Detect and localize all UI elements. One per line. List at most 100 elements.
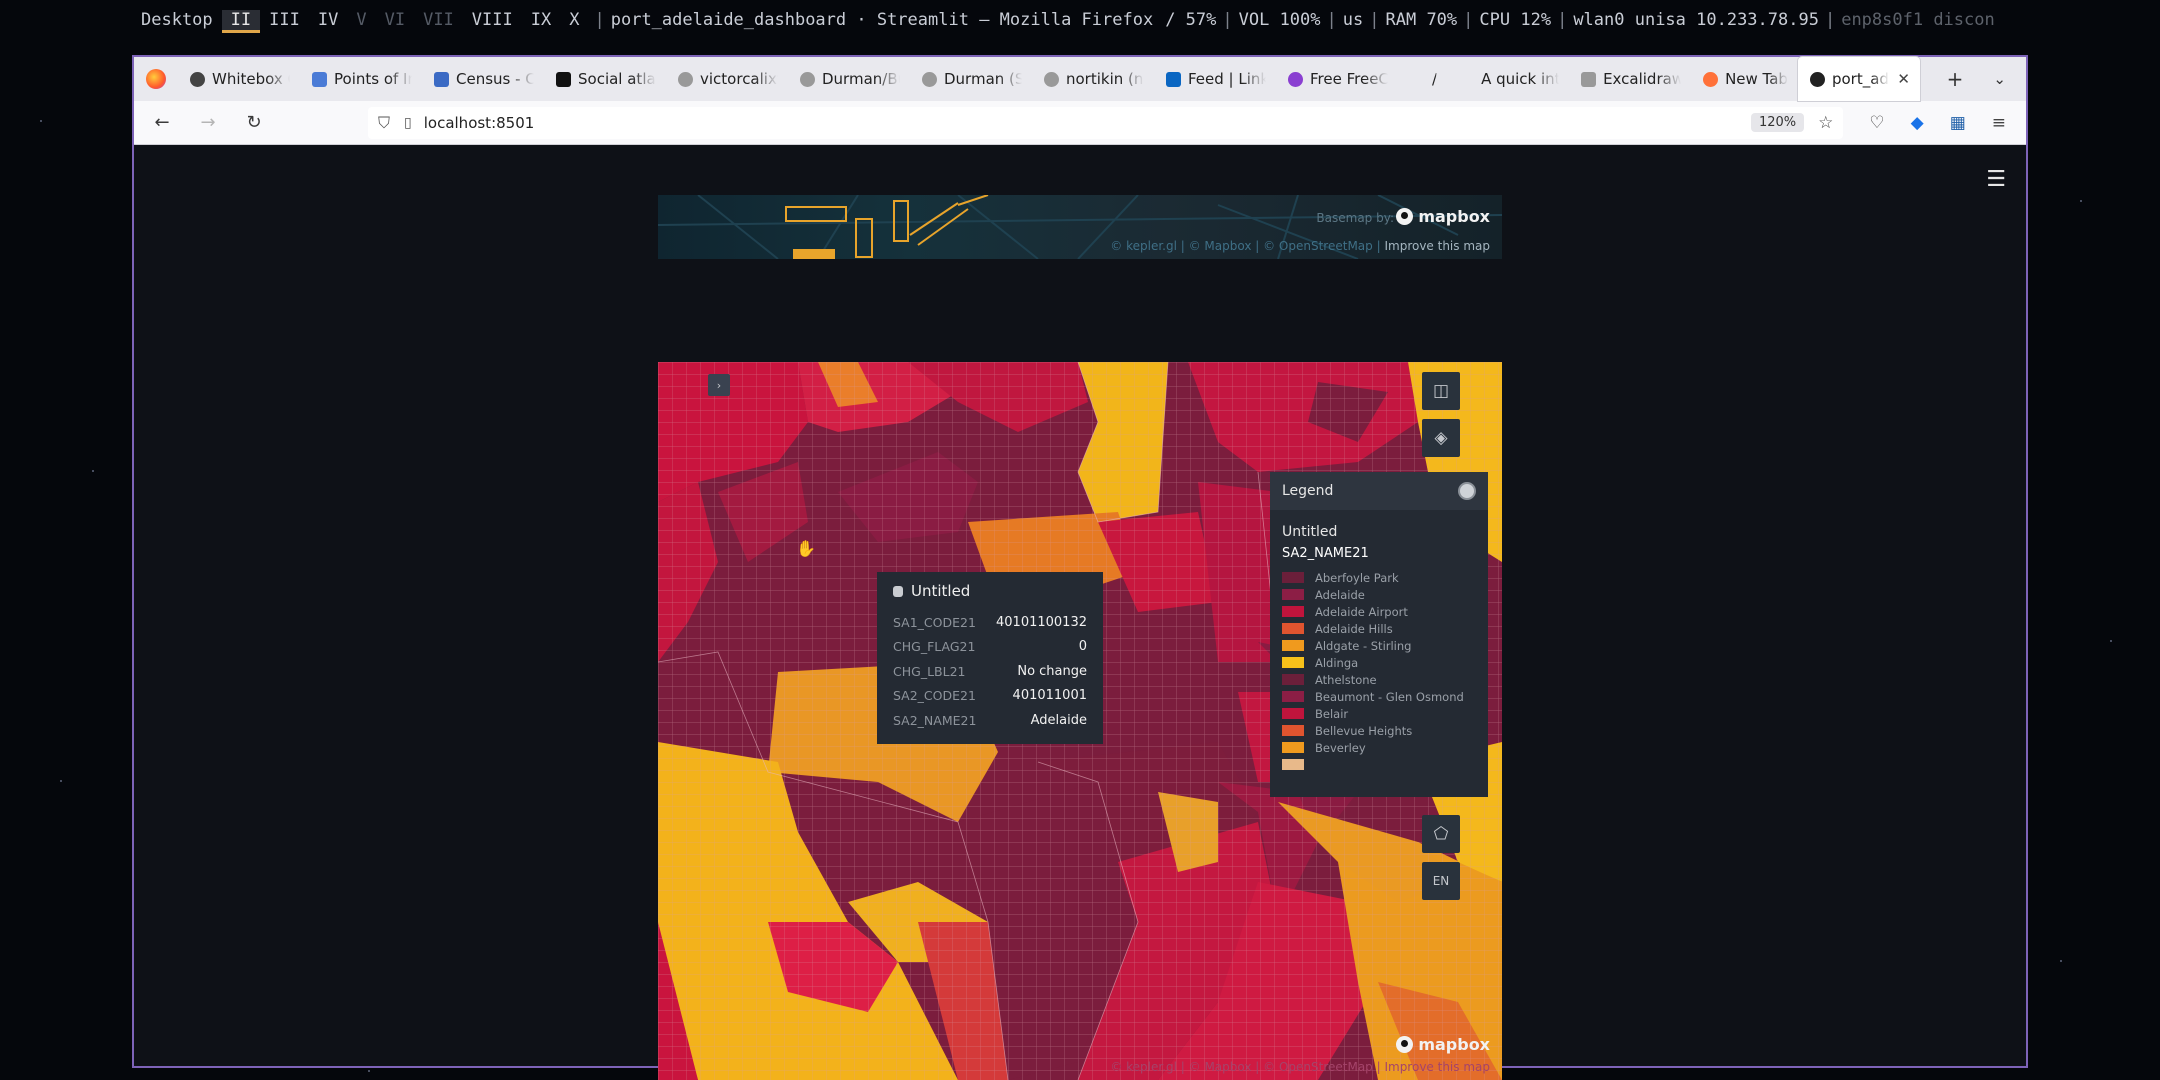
- legend-swatch: [1282, 742, 1304, 753]
- tooltip-row: SA1_CODE21 40101100132: [893, 610, 1087, 635]
- tab-label: Durman/Bu: [822, 70, 900, 88]
- tab-bar: Whitebox G Points of Int Census - Co Social…: [134, 57, 2026, 101]
- tab-10[interactable]: /: [1398, 57, 1447, 101]
- keyboard-layout: us: [1342, 10, 1364, 30]
- split-map-button[interactable]: ◫: [1422, 372, 1460, 410]
- globe-icon[interactable]: [1458, 482, 1476, 500]
- tooltip-key: CHG_FLAG21: [893, 639, 976, 655]
- tab-2[interactable]: Census - Co: [422, 57, 544, 101]
- map-attribution-bottom: © kepler.gl | © Mapbox | © OpenStreetMap…: [1110, 1060, 1490, 1074]
- tooltip-rows: SA1_CODE21 40101100132 CHG_FLAG21 0 CHG_LBL2…: [893, 610, 1087, 733]
- workspace-v[interactable]: V: [347, 10, 375, 30]
- id-icon: [556, 71, 571, 87]
- tab-6[interactable]: Durman (Se: [910, 57, 1032, 101]
- tooltip-value: 401011001: [1012, 688, 1087, 704]
- workspace-vi[interactable]: VI: [376, 10, 414, 30]
- tab-label: nortikin (no: [1066, 70, 1144, 88]
- firefox-icon[interactable]: [146, 69, 166, 89]
- page-icon[interactable]: ▯: [404, 115, 412, 131]
- workspace-x[interactable]: X: [560, 10, 588, 30]
- forward-button[interactable]: →: [190, 107, 226, 139]
- legend-swatch: [1282, 640, 1304, 651]
- legend-item: Athelstone: [1282, 671, 1476, 688]
- tab-5[interactable]: Durman/Bu: [788, 57, 910, 101]
- map-attribution: © kepler.gl | © Mapbox | © OpenStreetMap…: [1110, 239, 1490, 253]
- tab-label: Census - Co: [456, 70, 534, 88]
- legend-title: Legend: [1282, 483, 1334, 499]
- improve-map-link[interactable]: Improve this map: [1384, 239, 1490, 253]
- tab-13[interactable]: New Tab: [1691, 57, 1798, 101]
- shield-icon[interactable]: ⛉: [378, 113, 390, 133]
- tab-label: victorcalixt: [700, 70, 778, 88]
- legend-item-label: Bellevue Heights: [1315, 723, 1413, 738]
- tab-list-chevron-icon[interactable]: ⌄: [1993, 70, 2006, 88]
- pocket-icon[interactable]: ♡: [1869, 113, 1884, 133]
- basemap-label: Basemap by:: [1316, 211, 1394, 225]
- legend-items: Aberfoyle Park Adelaide Adelaide Airport Ad…: [1270, 569, 1488, 773]
- tooltip-row: SA2_NAME21 Adelaide: [893, 708, 1087, 733]
- tab-active[interactable]: port_ade ✕: [1797, 57, 1920, 101]
- workspace-viii[interactable]: VIII: [463, 10, 522, 30]
- legend-item-label: Aberfoyle Park: [1315, 570, 1399, 585]
- legend-item-label: Beverley: [1315, 740, 1366, 755]
- tab-4[interactable]: victorcalixt: [666, 57, 788, 101]
- url-text[interactable]: localhost:8501: [424, 114, 1751, 132]
- workspace-ii[interactable]: II: [221, 10, 261, 33]
- reload-button[interactable]: ↻: [236, 107, 272, 139]
- tab-9[interactable]: Free FreeC: [1276, 57, 1398, 101]
- workspace-vii[interactable]: VII: [414, 10, 463, 30]
- tab-list: Whitebox G Points of Int Census - Co Social…: [178, 57, 1798, 101]
- workspace-desktop[interactable]: Desktop: [132, 10, 222, 30]
- navigation-bar: ← → ↻ ⛉ ▯ localhost:8501 120% ☆ ♡ ◆ ▦ ≡: [134, 101, 2026, 145]
- github-icon: [1044, 71, 1059, 87]
- volume-status: VOL 100%: [1238, 10, 1321, 30]
- new-tab-button[interactable]: +: [1947, 67, 1964, 91]
- zoom-level-badge[interactable]: 120%: [1750, 113, 1805, 132]
- tooltip-key: SA1_CODE21: [893, 614, 976, 630]
- legend-swatch: [1282, 606, 1304, 617]
- tab-label: /: [1432, 70, 1438, 88]
- ethernet-status: enp8s0f1 discon: [1841, 10, 1995, 30]
- tab-label: Free FreeC: [1310, 70, 1388, 88]
- url-bar[interactable]: ⛉ ▯ localhost:8501 120% ☆: [368, 106, 1844, 139]
- bookmark-star-icon[interactable]: ☆: [1818, 113, 1833, 133]
- cpu-status: CPU 12%: [1479, 10, 1552, 30]
- back-button[interactable]: ←: [144, 107, 180, 139]
- doc-icon: [434, 71, 449, 87]
- legend-item: Belair: [1282, 705, 1476, 722]
- draw-polygon-button[interactable]: ⬠: [1422, 815, 1460, 853]
- tab-7[interactable]: nortikin (no: [1032, 57, 1154, 101]
- legend-swatch: [1282, 708, 1304, 719]
- kepler-map[interactable]: ◫ ◈ ⬠ EN › Legend Untitled SA2_NAME21 Ab…: [658, 362, 1502, 1080]
- panel-toggle-icon[interactable]: ›: [708, 374, 730, 396]
- tab-1[interactable]: Points of Int: [300, 57, 422, 101]
- 3d-view-button[interactable]: ◈: [1422, 419, 1460, 457]
- system-status-bar: Desktop II III IV V VI VII VIII IX X | port_adel…: [0, 0, 2160, 40]
- legend-item: Aldinga: [1282, 654, 1476, 671]
- legend-swatch: [1282, 725, 1304, 736]
- tab-label: Points of Int: [334, 70, 412, 88]
- tab-12[interactable]: Excalidraw: [1569, 57, 1691, 101]
- legend-swatch: [1282, 674, 1304, 685]
- tab-label: Whitebox G: [212, 70, 290, 88]
- tab-label: New Tab: [1725, 70, 1788, 88]
- github-icon: [678, 71, 693, 87]
- close-tab-icon[interactable]: ✕: [1897, 70, 1910, 88]
- extension-2-icon[interactable]: ▦: [1950, 113, 1966, 133]
- menu-icon[interactable]: ≡: [1992, 113, 2006, 133]
- tab-11[interactable]: A quick introdu: [1447, 57, 1569, 101]
- workspace-iii[interactable]: III: [260, 10, 309, 30]
- map-strip[interactable]: Basemap by: mapbox © kepler.gl | © Mapbo…: [658, 195, 1502, 259]
- tab-label: Social atlas: [578, 70, 656, 88]
- streamlit-menu-icon[interactable]: ☰: [1986, 167, 2006, 192]
- tab-8[interactable]: Feed | Linke: [1154, 57, 1276, 101]
- extension-icon[interactable]: ◆: [1911, 113, 1924, 133]
- locale-button[interactable]: EN: [1422, 862, 1460, 900]
- legend-item-label: Adelaide Hills: [1315, 621, 1393, 636]
- tab-0[interactable]: Whitebox G: [178, 57, 300, 101]
- legend-item: Aldgate - Stirling: [1282, 637, 1476, 654]
- tab-3[interactable]: Social atlas: [544, 57, 666, 101]
- workspace-ix[interactable]: IX: [522, 10, 560, 30]
- legend-field-name: SA2_NAME21: [1282, 546, 1369, 561]
- workspace-iv[interactable]: IV: [309, 10, 347, 30]
